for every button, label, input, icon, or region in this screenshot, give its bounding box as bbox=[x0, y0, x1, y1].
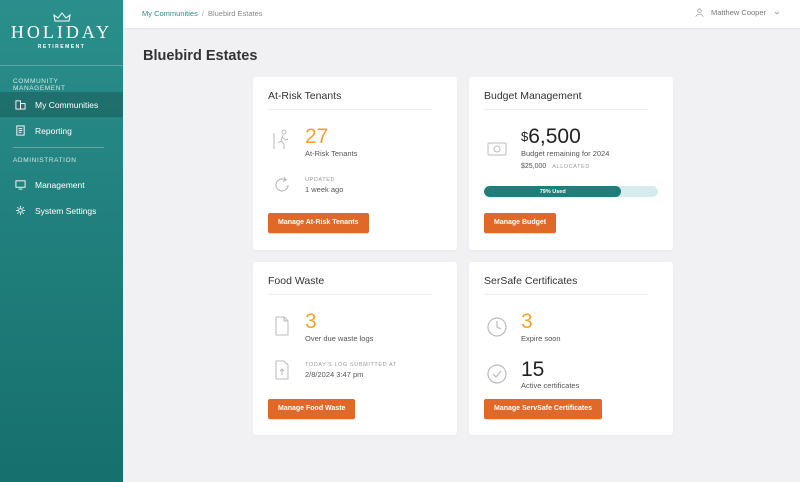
sidebar-item-label: My Communities bbox=[35, 99, 99, 110]
sidebar-item-system-settings[interactable]: System Settings bbox=[0, 198, 123, 223]
at-risk-count: 27 bbox=[305, 125, 329, 148]
card-divider bbox=[484, 294, 647, 295]
sidebar-item-label: System Settings bbox=[35, 205, 97, 216]
overdue-logs-label: Over due waste logs bbox=[305, 334, 374, 343]
budget-progress-fill: 79% Used bbox=[484, 186, 622, 197]
updated-value: 1 week ago bbox=[305, 185, 344, 194]
section-label-community-management: COMMUNITY MANAGEMENT bbox=[13, 78, 66, 92]
sidebar-item-management[interactable]: Management bbox=[0, 172, 123, 197]
section-label-administration: ADMINISTRATION bbox=[13, 157, 77, 164]
overdue-logs-count: 3 bbox=[305, 310, 317, 333]
card-divider bbox=[268, 294, 431, 295]
check-circle-icon bbox=[487, 364, 507, 384]
allocated-label: ALLOCATED bbox=[552, 164, 590, 170]
budget-progress-bar: 79% Used bbox=[484, 186, 658, 197]
brand-name: HOLIDAY bbox=[10, 22, 113, 42]
expire-soon-count: 3 bbox=[521, 310, 533, 333]
manage-food-waste-button[interactable]: Manage Food Waste bbox=[268, 399, 356, 419]
sersafe-certificates-card: SerSafe Certificates 3 Expire soon 15 Ac… bbox=[469, 262, 673, 435]
gear-icon bbox=[15, 205, 26, 216]
card-divider bbox=[268, 109, 431, 110]
report-icon bbox=[16, 125, 25, 136]
crown-icon bbox=[52, 12, 71, 22]
document-upload-icon bbox=[275, 360, 289, 380]
manage-servsafe-certificates-button[interactable]: Manage ServSafe Certificates bbox=[484, 399, 603, 419]
budget-used-label: 79% Used bbox=[539, 188, 566, 195]
card-title: Budget Management bbox=[484, 90, 582, 102]
monitor-icon bbox=[15, 180, 26, 190]
cash-icon bbox=[487, 142, 507, 156]
updated-label: UPDATED bbox=[305, 177, 336, 183]
refresh-icon bbox=[275, 176, 289, 192]
at-risk-tenants-card: At-Risk Tenants 27 At-Risk Tenants UPDAT… bbox=[253, 77, 457, 250]
sidebar-item-my-communities[interactable]: My Communities bbox=[0, 92, 123, 117]
allocated-value: $25,000 bbox=[521, 163, 547, 170]
card-title: Food Waste bbox=[268, 275, 325, 287]
breadcrumb: My Communities / Bluebird Estates bbox=[142, 9, 263, 18]
food-waste-card: Food Waste 3 Over due waste logs TODAY'S… bbox=[253, 262, 457, 435]
building-icon bbox=[15, 100, 26, 110]
active-certs-label: Active certificates bbox=[521, 381, 580, 390]
budget-remaining-label: Budget remaining for 2024 bbox=[521, 149, 610, 158]
chevron-down-icon bbox=[774, 11, 780, 15]
logo[interactable]: HOLIDAY RETIREMENT bbox=[0, 0, 123, 66]
walking-person-icon bbox=[273, 129, 289, 149]
page-title: Bluebird Estates bbox=[143, 48, 258, 64]
brand-subtitle: RETIREMENT bbox=[37, 44, 86, 50]
budget-amount: $6,500 bbox=[521, 126, 581, 147]
sidebar-item-reporting[interactable]: Reporting bbox=[0, 118, 123, 143]
card-divider bbox=[484, 109, 647, 110]
at-risk-label: At-Risk Tenants bbox=[305, 149, 358, 158]
sidebar-item-label: Reporting bbox=[35, 125, 72, 136]
active-certs-count: 15 bbox=[521, 358, 545, 381]
budget-management-card: Budget Management $6,500 Budget remainin… bbox=[469, 77, 673, 250]
card-title: At-Risk Tenants bbox=[268, 90, 342, 102]
user-name: Matthew Cooper bbox=[710, 8, 766, 17]
expire-soon-label: Expire soon bbox=[521, 334, 561, 343]
budget-allocated: $25,000 ALLOCATED bbox=[521, 163, 590, 170]
breadcrumb-separator: / bbox=[201, 9, 204, 18]
user-menu[interactable]: Matthew Cooper bbox=[695, 8, 780, 17]
budget-amount-value: 6,500 bbox=[528, 125, 581, 148]
breadcrumb-link-my-communities[interactable]: My Communities bbox=[142, 9, 198, 18]
card-title: SerSafe Certificates bbox=[484, 275, 578, 287]
sidebar-item-label: Management bbox=[35, 179, 85, 190]
top-bar: My Communities / Bluebird Estates Matthew … bbox=[123, 0, 800, 29]
clock-icon bbox=[487, 317, 507, 337]
document-icon bbox=[275, 316, 289, 336]
sidebar: HOLIDAY RETIREMENT COMMUNITY MANAGEMENT … bbox=[0, 0, 123, 482]
user-icon bbox=[695, 8, 704, 17]
sidebar-divider bbox=[13, 147, 104, 148]
manage-budget-button[interactable]: Manage Budget bbox=[484, 213, 557, 233]
breadcrumb-current: Bluebird Estates bbox=[207, 9, 263, 18]
todays-log-label: TODAY'S LOG SUBMITTED AT bbox=[305, 362, 397, 368]
manage-at-risk-tenants-button[interactable]: Manage At-Risk Tenants bbox=[268, 213, 369, 233]
todays-log-value: 2/8/2024 3:47 pm bbox=[305, 370, 364, 379]
